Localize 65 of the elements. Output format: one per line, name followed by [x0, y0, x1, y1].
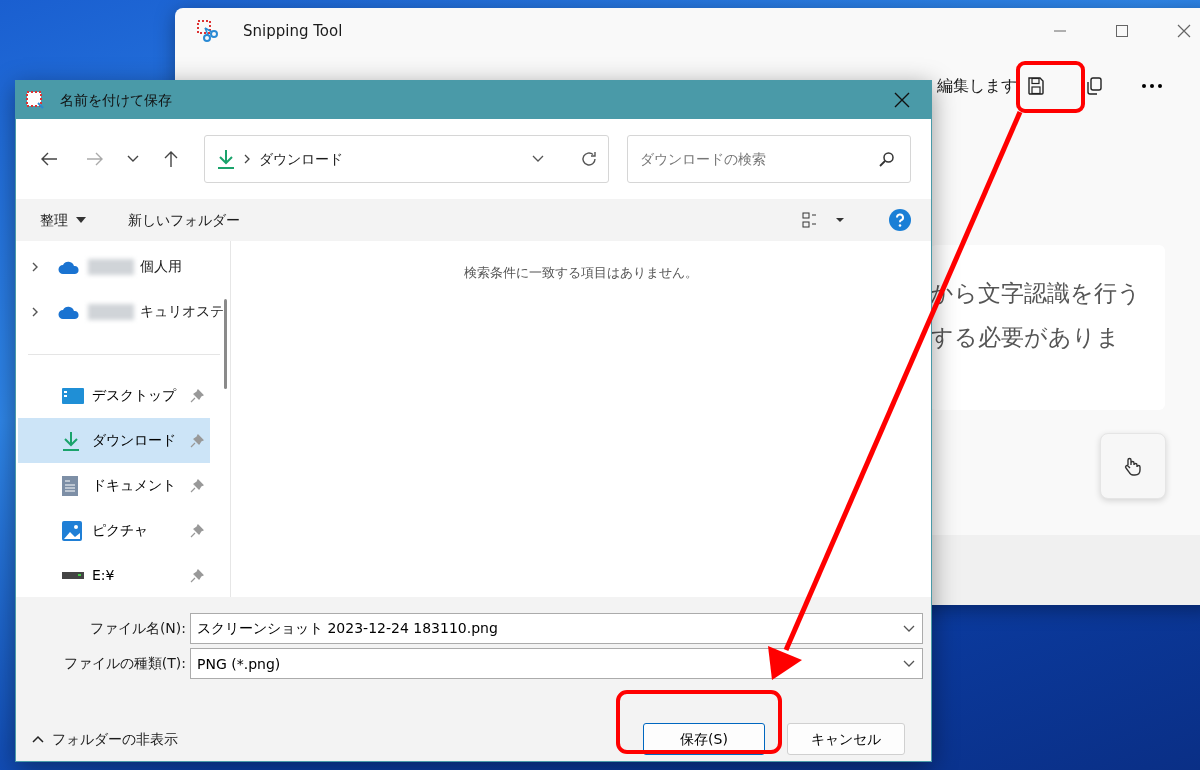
card-text-line: する必要がありま [930, 323, 1121, 352]
more-icon [1142, 84, 1162, 88]
search-icon [879, 151, 895, 167]
picture-icon [62, 520, 82, 541]
pin-icon[interactable] [190, 388, 204, 403]
help-icon[interactable] [889, 209, 911, 231]
chevron-icon[interactable] [32, 261, 40, 272]
highlight-frame [1016, 61, 1085, 113]
window-title: Snipping Tool [243, 20, 343, 42]
file-name-field[interactable]: スクリーンショット 2023-12-24 183110.png [190, 613, 923, 644]
pin-icon[interactable] [190, 523, 204, 538]
file-type-dropdown[interactable]: PNG (*.png) [190, 648, 923, 679]
nav-item-label[interactable]: キュリオステ [140, 301, 224, 322]
nav-pane-item[interactable]: E:¥ [18, 553, 210, 598]
touch-button[interactable] [1100, 433, 1166, 499]
dialog-title: 名前を付けて保存 [60, 90, 172, 110]
maximize-icon [1116, 25, 1128, 37]
scissors-icon [26, 91, 44, 109]
dropdown-icon [903, 625, 915, 633]
monitor-icon [62, 387, 84, 404]
blurred-name [88, 303, 134, 320]
hide-folders-button[interactable]: フォルダーの非表示 [32, 724, 178, 754]
organize-button[interactable]: 整理 [40, 205, 86, 235]
file-type-label: ファイルの種類(T): [62, 654, 187, 673]
chevron-icon[interactable] [32, 306, 40, 317]
download-icon [62, 430, 80, 451]
drive-icon [62, 572, 84, 579]
view-icon [802, 212, 846, 228]
nav-pane-item[interactable]: ダウンロード [18, 418, 210, 463]
toolbar-text: 編集します [937, 75, 1017, 97]
empty-message: 検索条件に一致する項目はありません。 [464, 265, 698, 280]
search-field[interactable]: ダウンロードの検索 [627, 135, 911, 183]
nav-item-label[interactable]: 個人用 [140, 256, 182, 277]
nav-pane-item[interactable]: ピクチャ [18, 508, 210, 553]
cloud-icon [58, 259, 80, 274]
caret-icon [32, 735, 44, 743]
address-text: ダウンロード [259, 149, 343, 169]
refresh-icon[interactable] [580, 150, 598, 168]
dropdown-icon [903, 660, 915, 668]
scrollbar-thumb[interactable] [224, 299, 227, 389]
left-arrow-icon [40, 152, 58, 166]
cancel-button[interactable]: キャンセル [787, 723, 905, 755]
document-icon [62, 475, 78, 496]
download-icon [217, 149, 235, 169]
right-arrow-icon [86, 152, 104, 166]
pin-icon[interactable] [190, 478, 204, 493]
cloud-icon [58, 304, 80, 319]
caret-icon [76, 217, 86, 223]
scissors-icon [197, 20, 219, 42]
blurred-name [88, 258, 134, 275]
copy-icon [1084, 76, 1104, 96]
pin-icon[interactable] [190, 568, 204, 583]
pin-icon[interactable] [190, 433, 204, 448]
file-name-label: ファイル名(N): [88, 619, 187, 638]
nav-pane-item[interactable]: ドキュメント [18, 463, 210, 508]
close-icon [1177, 24, 1191, 38]
chevron-icon [243, 154, 251, 164]
chevron-down-icon [127, 155, 139, 163]
up-arrow-icon [164, 150, 178, 168]
close-icon [894, 92, 910, 108]
hand-icon [1122, 455, 1144, 477]
nav-pane-item[interactable]: デスクトップ [18, 373, 210, 418]
new-folder-button[interactable]: 新しいフォルダー [128, 205, 240, 235]
dropdown-icon [532, 155, 544, 163]
address-bar[interactable]: ダウンロード [204, 135, 609, 183]
